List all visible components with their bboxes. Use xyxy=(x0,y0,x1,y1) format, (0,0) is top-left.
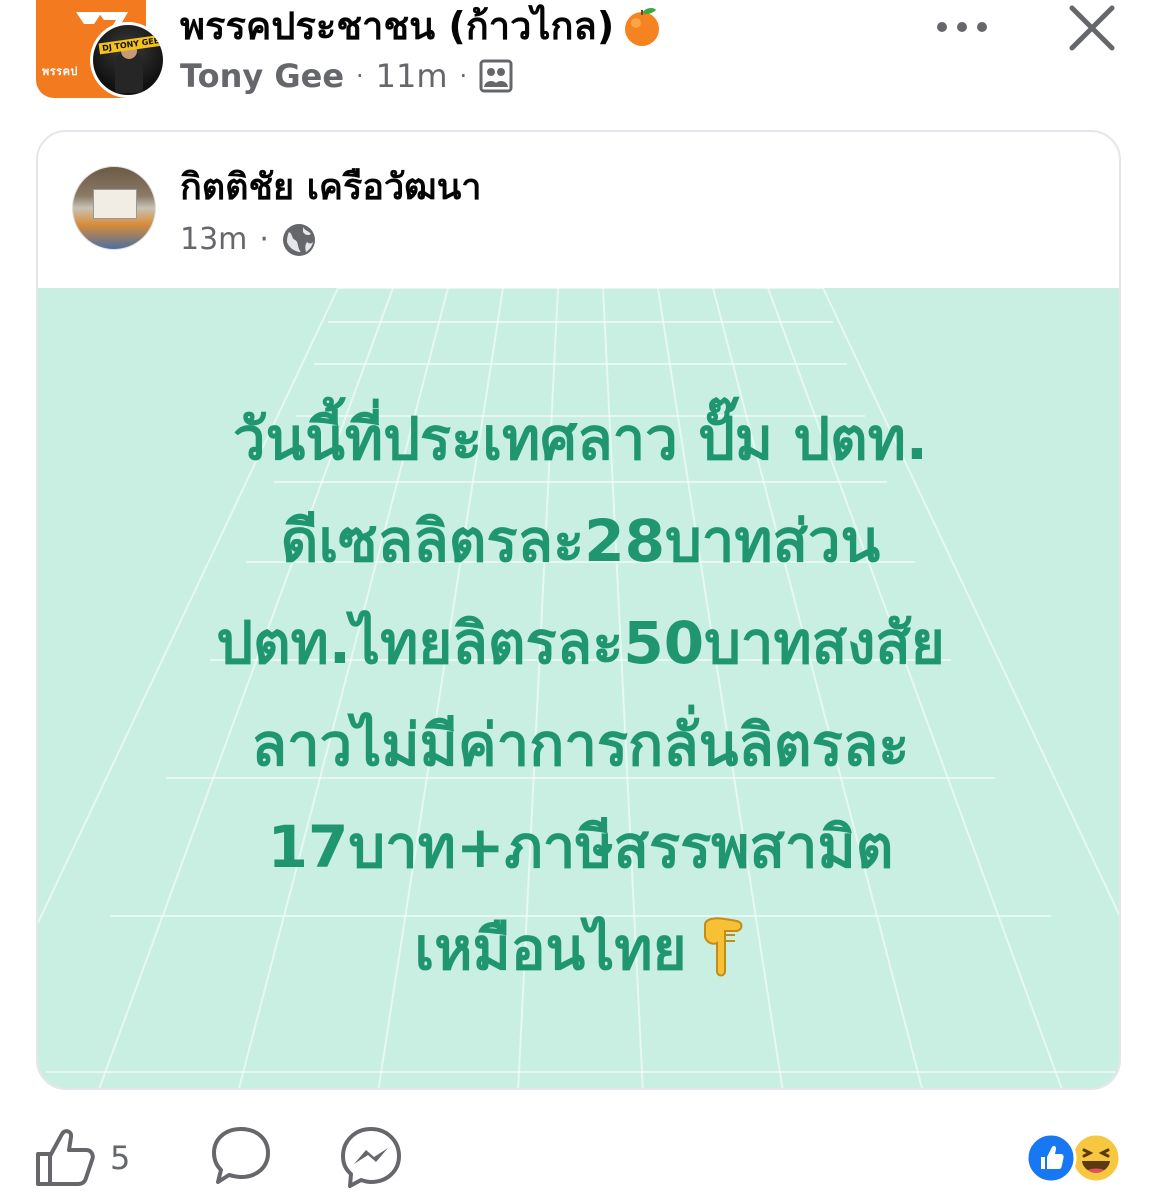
separator-dot: · xyxy=(259,222,269,257)
like-icon[interactable] xyxy=(34,1126,96,1188)
post-text-line-last: เหมือนไทย xyxy=(414,898,746,1000)
shared-author-avatar[interactable] xyxy=(72,166,156,250)
messenger-icon[interactable] xyxy=(338,1124,404,1190)
post-text-line: ปตท.ไทยลิตรละ50บาทสงสัย xyxy=(216,609,945,677)
shared-post-time[interactable]: 13m xyxy=(180,220,247,260)
post-text-line: ลาวไม่มีค่าการกลั่นลิตรละ xyxy=(251,711,910,779)
separator-dot: · xyxy=(356,62,364,90)
more-dots-icon[interactable] xyxy=(932,12,992,42)
pointing-down-hand-icon xyxy=(703,917,743,977)
orange-fruit-icon xyxy=(625,7,660,46)
post-text-line: วันนี้ที่ประเทศลาว ปั๊ม ปตท. xyxy=(233,405,928,473)
post-text-line: 17บาท+ภาษีสรรพสามิต xyxy=(267,813,894,881)
comment-icon[interactable] xyxy=(210,1124,272,1186)
group-logo-text: พรรคป xyxy=(42,65,78,78)
post-text-block: วันนี้ที่ประเทศลาว ปั๊ม ปตท. ดีเซลลิตรละ… xyxy=(98,288,1063,1088)
close-icon[interactable] xyxy=(1064,0,1120,56)
group-name-text[interactable]: พรรคประชาชน (ก้าวไกล) xyxy=(180,4,614,48)
author-name[interactable]: Tony Gee xyxy=(180,56,344,96)
post-time[interactable]: 11m xyxy=(376,56,448,96)
shared-author-name[interactable]: กิตติชัย เครือวัฒนา xyxy=(180,166,482,210)
post-text-line: ดีเซลลิตรละ28บาทส่วน xyxy=(280,507,881,575)
action-bar: 5 xyxy=(0,1110,1157,1200)
shared-post-header: กิตติชัย เครือวัฒนา 13m · xyxy=(38,132,1119,290)
like-reaction-icon xyxy=(1025,1132,1077,1184)
author-avatar[interactable]: DJ TONY GEE xyxy=(90,22,166,98)
post-meta: Tony Gee · 11m · xyxy=(180,56,513,96)
haha-reaction-icon xyxy=(1070,1132,1122,1184)
shared-post-meta: 13m · xyxy=(180,220,317,260)
group-members-icon xyxy=(479,59,513,93)
background-text-post: วันนี้ที่ประเทศลาว ปั๊ม ปตท. ดีเซลลิตรละ… xyxy=(38,288,1119,1088)
reactions-summary[interactable] xyxy=(1024,1130,1124,1186)
shared-post-card[interactable]: กิตติชัย เครือวัฒนา 13m · วันนี้ที่ประเท… xyxy=(36,130,1121,1090)
separator-dot: · xyxy=(459,62,468,90)
globe-icon xyxy=(282,224,315,256)
post-text-line: เหมือนไทย xyxy=(414,915,687,983)
like-count[interactable]: 5 xyxy=(110,1138,130,1178)
group-name[interactable]: พรรคประชาชน (ก้าวไกล) xyxy=(180,2,664,50)
